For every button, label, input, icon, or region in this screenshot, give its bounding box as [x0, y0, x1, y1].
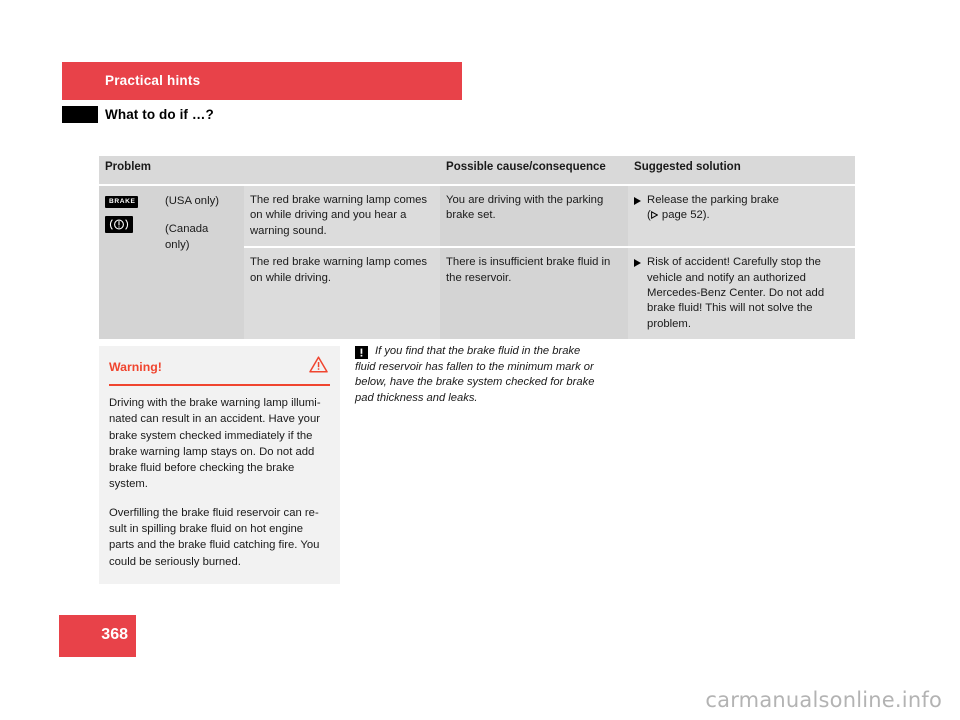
- watermark: carmanualsonline.info: [705, 688, 942, 712]
- section-heading: What to do if …?: [62, 106, 214, 123]
- bullet-triangle-icon: [634, 193, 647, 225]
- side-note-text: If you find that the brake fluid in the …: [355, 345, 595, 404]
- table-row: BRAKE (USA only) (Canada only) The red b…: [99, 185, 856, 340]
- usa-only-note: (USA only): [165, 195, 219, 207]
- warning-title: Warning!: [109, 360, 162, 374]
- column-header-cause: Possible cause/consequence: [440, 156, 629, 186]
- market-notes-cell: (USA only) (Canada only): [159, 185, 244, 340]
- brake-warning-lamp-icon: BRAKE: [105, 196, 139, 208]
- solution-description-2: Risk of accident! Carefully stop the veh…: [628, 247, 856, 340]
- warning-paragraph-1: Driving with the brake warning lamp illu…: [109, 397, 321, 491]
- practical-hints-banner: Practical hints: [62, 62, 462, 100]
- column-header-problem: Problem: [99, 156, 441, 186]
- warning-triangle-icon: [309, 356, 328, 378]
- solution-description-1: Release the parking brake ( page 52).: [628, 185, 856, 249]
- page-number: 368: [101, 626, 128, 643]
- warning-body: Driving with the brake warning lamp illu…: [99, 386, 340, 584]
- canada-only-note: (Canada only): [165, 223, 209, 251]
- troubleshooting-table: Problem Possible cause/consequence Sugge…: [99, 156, 856, 340]
- column-header-solution: Suggested solution: [628, 156, 856, 186]
- warning-paragraph-2: Overfilling the brake fluid reservoir ca…: [109, 506, 320, 568]
- page-ref-triangle-icon: [650, 209, 659, 224]
- bullet-triangle-icon: [634, 255, 647, 332]
- problem-icons-cell: BRAKE: [99, 185, 159, 340]
- section-marker-square: [62, 106, 98, 123]
- section-title: What to do if …?: [105, 107, 214, 122]
- side-note: If you find that the brake fluid in the …: [355, 344, 603, 406]
- page-number-box: 368: [59, 615, 136, 657]
- exclamation-note-icon: [355, 346, 368, 359]
- warning-box: Warning! Driving with the brake warning …: [99, 346, 340, 584]
- problem-description-1: The red brake warning lamp comes on whil…: [244, 185, 441, 249]
- warning-box-header: Warning!: [99, 346, 340, 384]
- cause-description-2: There is insufficient brake fluid in the…: [440, 247, 629, 340]
- problem-description-2: The red brake warning lamp comes on whil…: [244, 247, 441, 340]
- solution-text-1: Release the parking brake: [647, 194, 779, 206]
- cause-description-1: You are driving with the parking brake s…: [440, 185, 629, 249]
- solution-text-2: Risk of accident! Carefully stop the veh…: [647, 256, 825, 330]
- banner-title: Practical hints: [105, 73, 201, 88]
- page-reference-1: page 52).: [658, 209, 710, 222]
- table-header-row: Problem Possible cause/consequence Sugge…: [99, 156, 856, 186]
- canada-brake-warning-lamp-icon: [105, 216, 133, 234]
